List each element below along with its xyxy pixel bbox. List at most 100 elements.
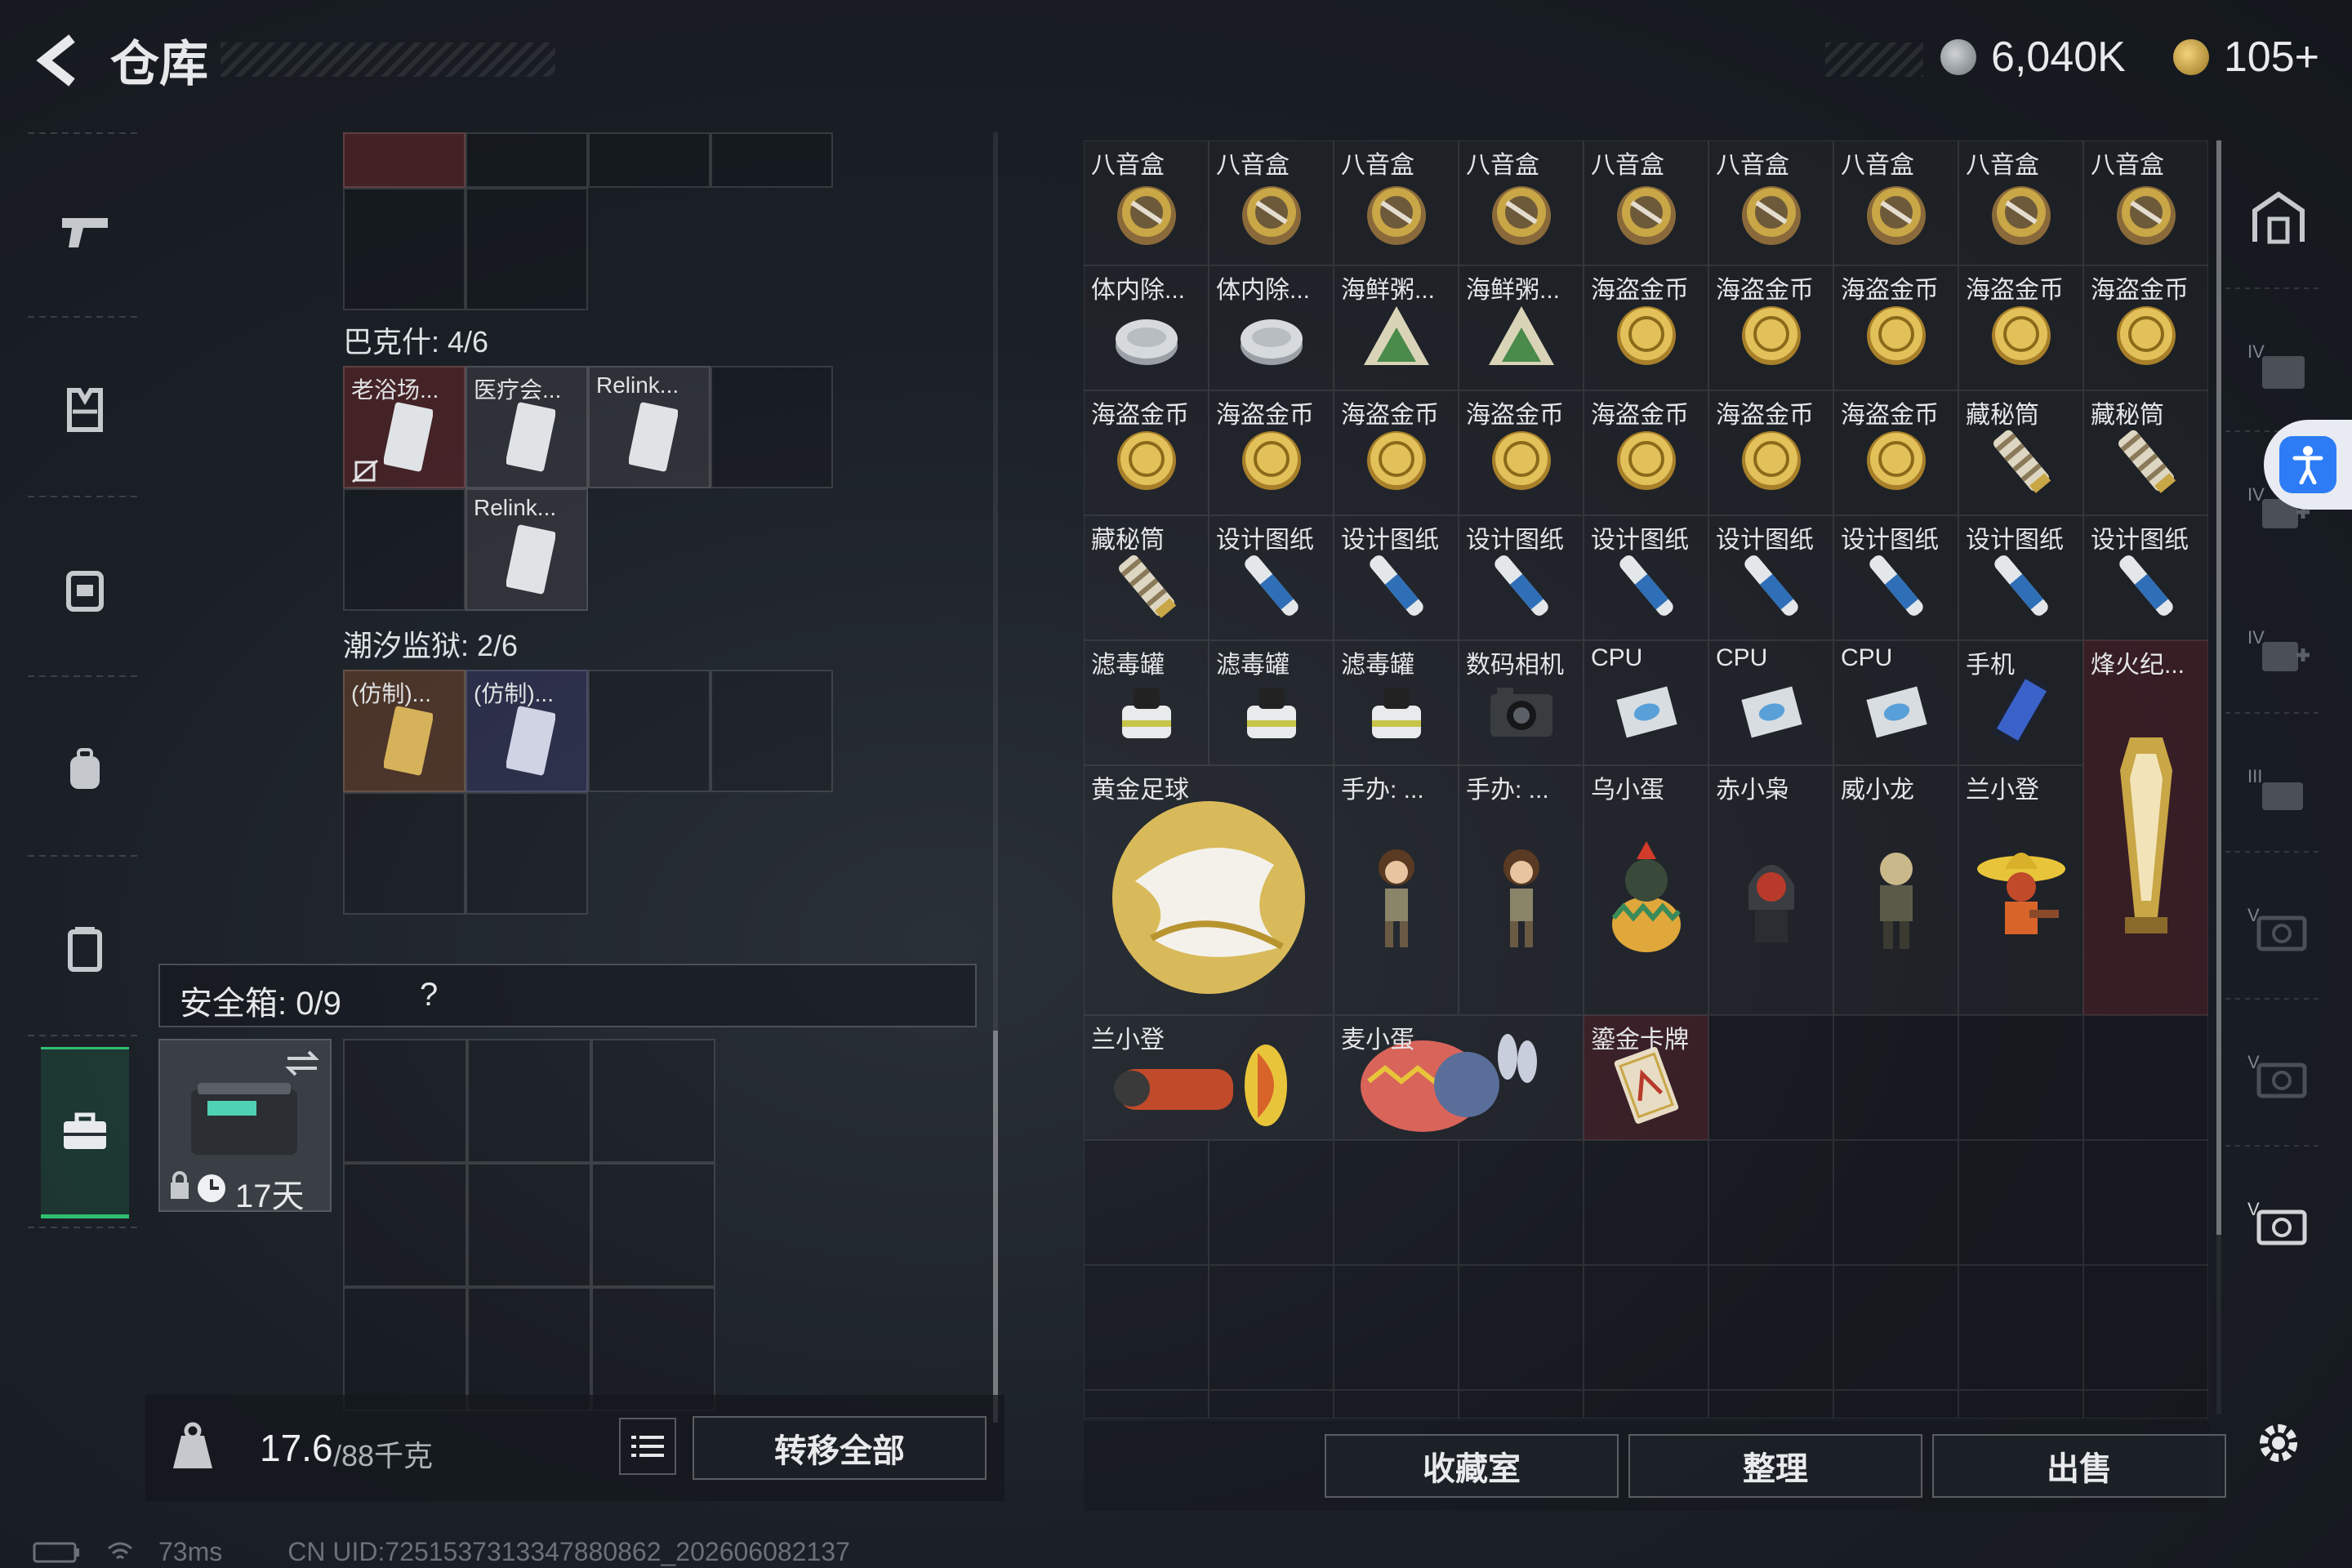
grid-item[interactable]: 海盗金币 (1209, 390, 1334, 515)
grid-item[interactable]: 海盗金币 (1958, 265, 2083, 390)
organize-button[interactable]: 整理 (1628, 1434, 1922, 1498)
grid-item[interactable]: CPU (1833, 640, 1958, 765)
slot[interactable] (588, 670, 710, 792)
grid-empty-cell[interactable] (2083, 1265, 2208, 1390)
grid-empty-cell[interactable] (1584, 1265, 1708, 1390)
grid-empty-cell[interactable] (1958, 1390, 2083, 1419)
grid-item[interactable]: 海盗金币 (1084, 390, 1209, 515)
rail-backpack[interactable] (28, 688, 142, 851)
grid-empty-cell[interactable] (1334, 1265, 1459, 1390)
grid-item[interactable]: 黄金足球 (1084, 765, 1334, 1015)
grid-item[interactable]: CPU (1708, 640, 1833, 765)
grid-item[interactable]: 海盗金币 (1584, 390, 1708, 515)
grid-item[interactable]: 麦小蛋 (1334, 1015, 1584, 1140)
grid-empty-cell[interactable] (1833, 1015, 1958, 1140)
grid-item[interactable]: 滤毒罐 (1334, 640, 1459, 765)
grid-item[interactable]: 八音盒 (1584, 140, 1708, 265)
left-scrollbar-thumb[interactable] (993, 1031, 998, 1423)
grid-item[interactable]: 设计图纸 (1833, 515, 1958, 640)
slot[interactable] (467, 1163, 591, 1287)
grid-empty-cell[interactable] (1833, 1140, 1958, 1265)
swap-icon[interactable] (284, 1049, 320, 1078)
grid-empty-cell[interactable] (1334, 1390, 1459, 1419)
grid-scrollbar[interactable] (2216, 140, 2221, 1414)
tab-v-3[interactable]: V (2234, 1178, 2323, 1267)
grid-item[interactable]: 威小龙 (1833, 765, 1958, 1015)
key-slot[interactable]: (仿制)... (466, 670, 588, 792)
grid-item[interactable]: 鎏金卡牌 (1584, 1015, 1708, 1140)
grid-item[interactable]: 八音盒 (1459, 140, 1584, 265)
accessibility-button[interactable] (2264, 420, 2352, 510)
grid-item[interactable]: 海盗金币 (2083, 265, 2208, 390)
slot[interactable] (591, 1163, 715, 1287)
grid-item[interactable]: 乌小蛋 (1584, 765, 1708, 1015)
grid-item[interactable]: 设计图纸 (1584, 515, 1708, 640)
safe-box-container[interactable]: 17天 (158, 1039, 332, 1214)
grid-item[interactable]: 烽火纪... (2083, 640, 2208, 1015)
rail-weapon[interactable] (28, 150, 142, 314)
transfer-all-button[interactable]: 转移全部 (693, 1416, 987, 1480)
coupon-amount[interactable]: 105+ (2224, 33, 2319, 82)
grid-item[interactable]: 体内除... (1084, 265, 1209, 390)
grid-item[interactable]: 手办: ... (1459, 765, 1584, 1015)
grid-item[interactable]: 设计图纸 (1209, 515, 1334, 640)
slot[interactable] (588, 132, 710, 188)
grid-empty-cell[interactable] (1708, 1265, 1833, 1390)
tab-iv-1[interactable]: IV (2234, 320, 2323, 410)
slot[interactable] (466, 188, 588, 310)
tab-v-2[interactable]: V (2234, 1031, 2323, 1120)
grid-empty-cell[interactable] (2083, 1390, 2208, 1419)
key-slot[interactable]: 老浴场... (343, 366, 466, 488)
grid-item[interactable]: 海盗金币 (1833, 390, 1958, 515)
grid-item[interactable]: 八音盒 (1833, 140, 1958, 265)
back-arrow-icon[interactable] (24, 28, 90, 93)
grid-item[interactable]: 兰小登 (1084, 1015, 1334, 1140)
key-slot[interactable]: Relink... (466, 488, 588, 611)
rail-armor[interactable] (28, 328, 142, 492)
grid-item[interactable]: 八音盒 (1958, 140, 2083, 265)
grid-empty-cell[interactable] (1459, 1140, 1584, 1265)
grid-item[interactable]: CPU (1584, 640, 1708, 765)
grid-scrollbar-thumb[interactable] (2216, 140, 2221, 1235)
key-slot[interactable]: 医疗会... (466, 366, 588, 488)
slot[interactable] (467, 1039, 591, 1163)
grid-item[interactable]: 设计图纸 (1958, 515, 2083, 640)
grid-item[interactable]: 八音盒 (1334, 140, 1459, 265)
grid-empty-cell[interactable] (1958, 1015, 2083, 1140)
grid-item[interactable]: 海盗金币 (1708, 390, 1833, 515)
grid-empty-cell[interactable] (1708, 1140, 1833, 1265)
grid-item[interactable]: 海盗金币 (1833, 265, 1958, 390)
grid-empty-cell[interactable] (1084, 1390, 1209, 1419)
tab-iv-3[interactable]: IV (2234, 606, 2323, 696)
slot[interactable] (466, 792, 588, 915)
sell-button[interactable]: 出售 (1932, 1434, 2226, 1498)
slot[interactable] (591, 1287, 715, 1411)
grid-empty-cell[interactable] (1833, 1390, 1958, 1419)
grid-item[interactable]: 八音盒 (1209, 140, 1334, 265)
grid-empty-cell[interactable] (1209, 1140, 1334, 1265)
grid-empty-cell[interactable] (1209, 1390, 1334, 1419)
grid-empty-cell[interactable] (1334, 1140, 1459, 1265)
grid-empty-cell[interactable] (1584, 1140, 1708, 1265)
grid-item[interactable]: 八音盒 (2083, 140, 2208, 265)
slot[interactable] (710, 670, 833, 792)
slot[interactable] (467, 1287, 591, 1411)
grid-item[interactable]: 藏秘筒 (2083, 390, 2208, 515)
grid-item[interactable]: 八音盒 (1084, 140, 1209, 265)
grid-item[interactable]: 手机 (1958, 640, 2083, 765)
rail-pouch[interactable] (28, 867, 142, 1031)
grid-item[interactable]: 赤小枭 (1708, 765, 1833, 1015)
slot[interactable] (710, 132, 833, 188)
slot[interactable] (466, 132, 588, 188)
grid-item[interactable]: 海盗金币 (1334, 390, 1459, 515)
settings-button[interactable] (2234, 1398, 2323, 1488)
grid-item[interactable]: 设计图纸 (2083, 515, 2208, 640)
grid-item[interactable]: 手办: ... (1334, 765, 1459, 1015)
grid-item[interactable]: 海鲜粥... (1459, 265, 1584, 390)
list-view-button[interactable] (619, 1418, 676, 1475)
slot[interactable] (343, 188, 466, 310)
grid-item[interactable]: 兰小登 (1958, 765, 2083, 1015)
key-slot[interactable]: (仿制)... (343, 670, 466, 792)
grid-item[interactable]: 设计图纸 (1708, 515, 1833, 640)
tab-all[interactable] (2234, 173, 2323, 263)
